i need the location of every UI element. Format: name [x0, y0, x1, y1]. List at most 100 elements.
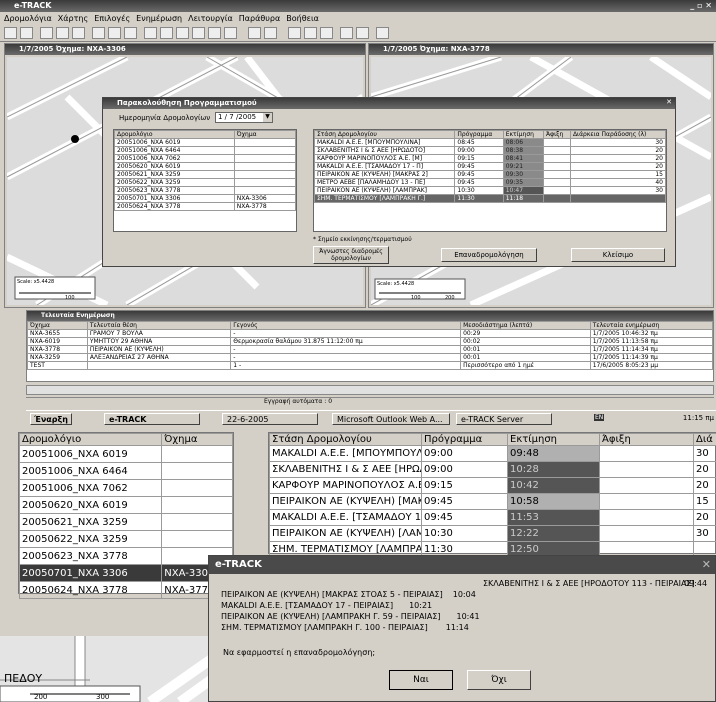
- tool-icon[interactable]: [124, 27, 137, 39]
- taskbar-item-outlook[interactable]: Microsoft Outlook Web A...: [332, 413, 450, 425]
- table-row[interactable]: ΠΕΙΡΑΙΚΟΝ ΑΕ (ΚΥΨΕΛΗ) [ΛΑΜΠΡΑΚ] 10:30 10:4…: [313, 186, 667, 195]
- yes-button[interactable]: Ναι: [389, 670, 453, 690]
- table-row[interactable]: ΣΚΛΑΒΕΝΙΤΗΣ Ι & Σ ΑΕΕ [ΗΡΩΔΟΤΟ] 09:00 08:3…: [313, 146, 667, 155]
- menu-item[interactable]: Βοήθεια: [286, 12, 319, 25]
- table-row[interactable]: 20050621_NXA 3259: [18, 513, 233, 531]
- unknown-routes-button[interactable]: Άγνωστες διαδρομές δρομολογίων: [313, 246, 389, 264]
- table-row[interactable]: NXA-3655 ΓΡΑΜΟΥ 7 ΒΟΥΛΑ -00:29 1/7/2005 10:…: [27, 329, 714, 338]
- column-header[interactable]: Τελευταία ενημέρωση: [589, 321, 714, 330]
- route-icon[interactable]: [320, 27, 333, 39]
- zoom-stops-table[interactable]: Στάση Δρομολογίου Πρόγραμμα Εκτίμηση Άφιξη Δ…: [268, 432, 716, 558]
- table-row[interactable]: ΚΑΡΦΟΥΡ ΜΑΡΙΝΟΠΟΥΛΟΣ Α.Ε. [Μ09:1510:42 20: [269, 477, 716, 494]
- column-header[interactable]: Δρομολόγιο: [18, 433, 163, 446]
- chart-icon[interactable]: [248, 27, 261, 39]
- move-icon[interactable]: [92, 27, 105, 39]
- table-row[interactable]: 20051006_NXA 6019: [114, 138, 297, 147]
- table-row[interactable]: ΠΕΙΡΑΙΚΟΝ ΑΕ (ΚΥΨΕΛΗ) [ΜΑΚΡΑΣ 2] 09:45 09:…: [313, 170, 667, 179]
- edit-icon[interactable]: [304, 27, 317, 39]
- table-row[interactable]: NXA-3778 ΠΕΙΡΑΙΚΟΝ ΑΕ (ΚΥΨΕΛΗ) -00:01 1/7/2…: [27, 345, 714, 354]
- close-icon[interactable]: ✕: [666, 98, 672, 106]
- track-icon[interactable]: [340, 27, 353, 39]
- menu-item[interactable]: Δρομολόγια: [4, 12, 52, 25]
- table-row[interactable]: ΣΚΛΑΒΕΝΙΤΗΣ Ι & Σ ΑΕΕ [ΗΡΩΔΟΤΟ09:0010:28…: [269, 461, 716, 478]
- table-row[interactable]: 20050622_NXA 3259: [18, 530, 233, 548]
- column-header[interactable]: Στάση Δρομολογίου: [269, 433, 422, 446]
- table-row[interactable]: ΣΗΜ. ΤΕΡΜΑΤΙΣΜΟΥ [ΛΑΜΠΡΑΚΗ Γ.] 11:30 11:18: [313, 194, 667, 203]
- table-row[interactable]: MAKALDI A.E.E. [ΜΠΟΥΜΠΟΥΛΙΝΑ09:0009:48 30: [269, 445, 716, 462]
- table-row[interactable]: MAKALDI A.E.E. [ΤΣΑΜΑΔΟΥ 17 -09:45 11:53 2…: [269, 509, 716, 526]
- table-row[interactable]: 20050622_NXA 3259: [114, 178, 297, 187]
- taskbar-item-folder[interactable]: 22-6-2005: [222, 413, 318, 425]
- table-row[interactable]: 20051006_NXA 6019: [18, 445, 233, 463]
- close-icon[interactable]: ✕: [702, 558, 711, 571]
- no-button[interactable]: Όχι: [467, 670, 531, 690]
- zoom-icon[interactable]: [160, 27, 173, 39]
- undo-icon[interactable]: [144, 27, 157, 39]
- report-icon[interactable]: [264, 27, 277, 39]
- table-row[interactable]: 20051006_NXA 6464: [114, 146, 297, 155]
- column-header[interactable]: Εκτίμηση: [507, 433, 600, 446]
- column-header[interactable]: Διά: [693, 433, 716, 446]
- horizontal-scrollbar[interactable]: [26, 385, 714, 395]
- column-header[interactable]: Πρόγραμμα: [421, 433, 508, 446]
- column-header[interactable]: Όχημα: [233, 130, 297, 139]
- pan-icon[interactable]: [56, 27, 69, 39]
- menu-item[interactable]: Ενημέρωση: [136, 12, 182, 25]
- table-row[interactable]: 20051006_NXA 7062: [18, 479, 233, 497]
- zoom-fit-icon[interactable]: [192, 27, 205, 39]
- menu-item[interactable]: Χάρτης: [58, 12, 88, 25]
- table-row[interactable]: TEST 1 - Περισσότερο από 1 ημέ 17/6/2005 8:…: [27, 361, 714, 370]
- table-row[interactable]: NXA-6019 ΥΜΗΤΤΟΥ 29 ΑΘΗΝΑ Θερμοκρασία θαλά…: [27, 337, 714, 346]
- column-header[interactable]: Όχημα: [27, 321, 88, 330]
- zoom-in-icon[interactable]: [40, 27, 53, 39]
- column-header[interactable]: Άφιξη: [599, 433, 694, 446]
- zoom-map-fragment[interactable]: ΠΕΔΟΥ 200 300: [0, 636, 230, 702]
- column-header[interactable]: Εκτίμηση: [502, 130, 544, 139]
- table-row[interactable]: 20050701_NXA 3306 NXA-3306: [114, 194, 297, 203]
- select-icon[interactable]: [72, 27, 85, 39]
- table-row[interactable]: ΚΑΡΦΟΥΡ ΜΑΡΙΝΟΠΟΥΛΟΣ Α.Ε. [Μ] 09:15 08:41 2…: [313, 154, 667, 163]
- table-row[interactable]: ΜΕΤΡΟ ΑΕΒΕ [ΠΑΛΑΜΗΔΟΥ 13 - ΠΕ] 09:45 09:35…: [313, 178, 667, 187]
- table-row[interactable]: NXA-3259 ΑΛΕΞΑΝΔΡΕΙΑΣ 27 ΑΘΗΝΑ -00:01 1/7/2…: [27, 353, 714, 362]
- open-icon[interactable]: [4, 27, 17, 39]
- column-header[interactable]: Όχημα: [161, 433, 233, 446]
- close-button[interactable]: Κλείσιμο: [571, 248, 665, 262]
- taskbar-item-server[interactable]: e-TRACK Server: [456, 413, 552, 425]
- gps-icon[interactable]: [356, 27, 369, 39]
- menu-item[interactable]: Παράθυρα: [239, 12, 281, 25]
- info-icon[interactable]: [376, 27, 389, 39]
- routes-list[interactable]: Δρομολόγιο Όχημα 20051006_NXA 6019 200510…: [113, 129, 297, 232]
- column-header[interactable]: Άφιξη: [542, 130, 571, 139]
- stop-icon[interactable]: [224, 27, 237, 39]
- window-icon[interactable]: [288, 27, 301, 39]
- window-controls[interactable]: _ ▫ ✕: [690, 0, 712, 12]
- table-row[interactable]: 20051006_NXA 7062: [114, 154, 297, 163]
- language-indicator[interactable]: EN: [594, 414, 605, 421]
- date-picker[interactable]: 1 / 7 /2005 ▼: [215, 112, 273, 123]
- save-icon[interactable]: [20, 27, 33, 39]
- reroute-button[interactable]: Επαναδρομολόγηση: [441, 248, 537, 262]
- stops-table[interactable]: Στάση Δρομολογίου Πρόγραμμα Εκτίμηση Άφιξη Δ…: [313, 129, 667, 232]
- taskbar-item-etrack[interactable]: e-TRACK: [104, 413, 200, 425]
- table-row[interactable]: 20050624_NXA 3778 NXA-3778: [18, 581, 233, 599]
- table-row[interactable]: 20050621_NXA 3259: [114, 170, 297, 179]
- table-row[interactable]: MAKALDI A.E.E. [ΜΠΟΥΜΠΟΥΛΙΝΑ] 08:45 08:06 3…: [313, 138, 667, 147]
- refresh-icon[interactable]: [208, 27, 221, 39]
- column-header[interactable]: Τελευταία θέση: [86, 321, 232, 330]
- zoom-routes-list[interactable]: Δρομολόγιο Όχημα 20051006_NXA 6019 200510…: [18, 432, 234, 599]
- table-row[interactable]: MAKALDI A.E.E. [ΤΣΑΜΑΔΟΥ 17 - Π] 09:45 09:…: [313, 162, 667, 171]
- column-header[interactable]: Στάση Δρομολογίου: [313, 130, 456, 139]
- table-row[interactable]: 20050623_NXA 3778: [18, 547, 233, 565]
- column-header[interactable]: Μεσοδιάστημα (λεπτά): [460, 321, 591, 330]
- table-row[interactable]: 20050624_NXA 3778 NXA-3778: [114, 202, 297, 211]
- measure-icon[interactable]: [108, 27, 121, 39]
- table-row[interactable]: ΠΕΙΡΑΙΚΟΝ ΑΕ (ΚΥΨΕΛΗ) [ΛΑΜΠΡΑ10:3012:22 3…: [269, 525, 716, 542]
- column-header[interactable]: Δρομολόγιο: [114, 130, 235, 139]
- column-header[interactable]: Διάρκεια Παράδοσης (λ): [569, 130, 667, 139]
- chevron-down-icon[interactable]: ▼: [263, 113, 272, 122]
- table-row[interactable]: 20050620_NXA 6019: [114, 162, 297, 171]
- zoom-out-icon[interactable]: [176, 27, 189, 39]
- table-row-selected[interactable]: 20050701_NXA 3306 NXA-3306: [18, 564, 233, 582]
- start-button[interactable]: Έναρξη: [30, 413, 72, 425]
- table-row[interactable]: 20050620_NXA 6019: [18, 496, 233, 514]
